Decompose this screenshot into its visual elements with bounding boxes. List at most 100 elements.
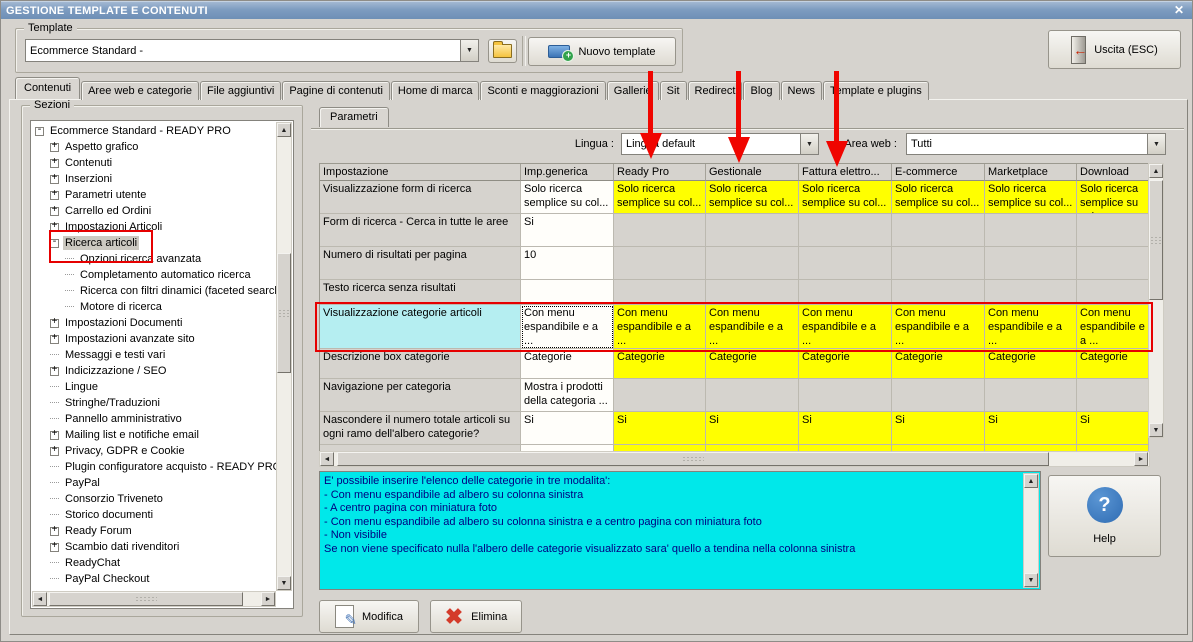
column-header-ready-pro[interactable]: Ready Pro <box>614 164 706 181</box>
scroll-up-icon[interactable]: ▲ <box>1149 164 1163 178</box>
area-value-cell-e-commerce[interactable]: Categorie <box>892 349 985 379</box>
area-web-combobox[interactable]: Tutti ▼ <box>906 133 1166 155</box>
area-value-cell-gestionale[interactable] <box>706 247 799 280</box>
area-web-combobox-value: Tutti <box>911 138 932 150</box>
area-value-cell-marketplace[interactable] <box>985 247 1077 280</box>
tab-home-di-marca[interactable]: Home di marca <box>390 81 480 100</box>
template-combobox-value: Ecommerce Standard - <box>30 44 144 57</box>
generic-value-cell[interactable]: 10 <box>521 247 614 280</box>
column-header-e-commerce[interactable]: E-commerce <box>892 164 985 181</box>
description-line: E' possibile inserire l'elenco delle cat… <box>324 475 611 487</box>
area-value-cell-download[interactable] <box>1077 379 1149 412</box>
scroll-up-icon[interactable]: ▲ <box>1024 474 1038 488</box>
tab-file-aggiuntivi[interactable]: File aggiuntivi <box>200 81 282 100</box>
chevron-down-icon[interactable]: ▼ <box>800 134 818 154</box>
area-value-cell-download[interactable]: Solo ricerca semplice su col... <box>1077 181 1149 214</box>
generic-value-cell[interactable]: Si <box>521 214 614 247</box>
area-value-cell-ready-pro[interactable] <box>614 247 706 280</box>
generic-value-cell[interactable]: Mostra i prodotti della categoria ... <box>521 379 614 412</box>
area-value-cell-gestionale[interactable] <box>706 379 799 412</box>
description-text: E' possibile inserire l'elenco delle cat… <box>324 475 1020 556</box>
area-value-cell-e-commerce[interactable]: Si <box>892 412 985 445</box>
area-value-cell-ready-pro[interactable]: Solo ricerca semplice su col... <box>614 181 706 214</box>
scroll-right-icon[interactable]: ► <box>1134 452 1148 466</box>
description-line: - Con menu espandibile ad albero su colo… <box>324 515 762 528</box>
area-value-cell-gestionale[interactable] <box>706 214 799 247</box>
area-value-cell-ready-pro[interactable]: Si <box>614 412 706 445</box>
area-value-cell-ready-pro[interactable] <box>614 214 706 247</box>
area-value-cell-fattura-elettro[interactable] <box>799 379 892 412</box>
area-value-cell-e-commerce[interactable]: Solo ricerca semplice su col... <box>892 181 985 214</box>
scroll-left-icon[interactable]: ◄ <box>320 452 334 466</box>
template-combobox[interactable]: Ecommerce Standard - ▼ <box>25 39 479 62</box>
area-value-cell-download[interactable]: Si <box>1077 412 1149 445</box>
table-vscrollbar[interactable]: ▲ ▼ <box>1148 163 1164 438</box>
column-header-imp-generica[interactable]: Imp.generica <box>521 164 614 181</box>
tab-parametri[interactable]: Parametri <box>319 107 389 127</box>
tab-sit[interactable]: Sit <box>659 81 687 100</box>
column-header-impostazione[interactable]: Impostazione <box>320 164 521 181</box>
new-template-button[interactable]: Nuovo template <box>528 37 676 66</box>
new-template-label: Nuovo template <box>578 45 656 58</box>
area-value-cell-fattura-elettro[interactable]: Si <box>799 412 892 445</box>
tab-aree-web-e-categorie[interactable]: Aree web e categorie <box>81 81 200 100</box>
setting-name-cell[interactable]: Visualizzazione form di ricerca <box>320 181 521 214</box>
table-hscrollbar[interactable]: ◄ ► <box>319 451 1150 467</box>
generic-value-cell[interactable]: Categorie <box>521 349 614 379</box>
setting-name-cell[interactable]: Navigazione per categoria <box>320 379 521 412</box>
area-value-cell-download[interactable] <box>1077 214 1149 247</box>
scroll-down-icon[interactable]: ▼ <box>1024 573 1038 587</box>
exit-button[interactable]: Uscita (ESC) <box>1048 30 1181 69</box>
chevron-down-icon[interactable]: ▼ <box>460 40 478 61</box>
area-value-cell-fattura-elettro[interactable]: Categorie <box>799 349 892 379</box>
table-hscroll-thumb[interactable] <box>337 452 1049 466</box>
area-value-cell-fattura-elettro[interactable] <box>799 247 892 280</box>
area-value-cell-ready-pro[interactable] <box>614 379 706 412</box>
tab-contenuti[interactable]: Contenuti <box>15 77 81 99</box>
column-header-gestionale[interactable]: Gestionale <box>706 164 799 181</box>
setting-name-cell[interactable]: Descrizione box categorie <box>320 349 521 379</box>
area-value-cell-gestionale[interactable]: Si <box>706 412 799 445</box>
area-value-cell-download[interactable]: Categorie <box>1077 349 1149 379</box>
area-value-cell-e-commerce[interactable] <box>892 214 985 247</box>
folder-icon <box>493 41 512 58</box>
setting-name-cell[interactable]: Nascondere il numero totale articoli su … <box>320 412 521 445</box>
annotation-arrow-fattura <box>826 71 848 167</box>
generic-value-cell[interactable]: Solo ricerca semplice su col... <box>521 181 614 214</box>
area-value-cell-gestionale[interactable]: Categorie <box>706 349 799 379</box>
tab-sconti-e-maggiorazioni[interactable]: Sconti e maggiorazioni <box>480 81 606 100</box>
exit-door-icon <box>1071 35 1087 64</box>
setting-name-cell[interactable]: Numero di risultati per pagina <box>320 247 521 280</box>
area-value-cell-e-commerce[interactable] <box>892 379 985 412</box>
tab-pagine-di-contenuti[interactable]: Pagine di contenuti <box>282 81 390 100</box>
scroll-down-icon[interactable]: ▼ <box>1149 423 1163 437</box>
info-vscrollbar[interactable]: ▲ ▼ <box>1023 473 1039 588</box>
title-bar: GESTIONE TEMPLATE E CONTENUTI ✕ <box>1 1 1192 19</box>
generic-value-cell[interactable]: Si <box>521 412 614 445</box>
area-value-cell-fattura-elettro[interactable]: Solo ricerca semplice su col... <box>799 181 892 214</box>
description-line: Se non viene specificato nulla l'albero … <box>324 542 856 555</box>
chevron-down-icon[interactable]: ▼ <box>1147 134 1165 154</box>
area-value-cell-gestionale[interactable]: Solo ricerca semplice su col... <box>706 181 799 214</box>
open-folder-button[interactable] <box>488 39 517 63</box>
area-value-cell-marketplace[interactable] <box>985 379 1077 412</box>
setting-name-cell[interactable]: Form di ricerca - Cerca in tutte le aree <box>320 214 521 247</box>
column-header-marketplace[interactable]: Marketplace <box>985 164 1077 181</box>
column-header-download[interactable]: Download <box>1077 164 1149 181</box>
area-value-cell-ready-pro[interactable]: Categorie <box>614 349 706 379</box>
area-value-cell-marketplace[interactable]: Categorie <box>985 349 1077 379</box>
table-vscroll-thumb[interactable] <box>1149 180 1163 300</box>
area-value-cell-fattura-elettro[interactable] <box>799 214 892 247</box>
table-row-visualizzazione-form-di-ricerca: Visualizzazione form di ricerca Solo rice… <box>320 181 1149 214</box>
area-value-cell-e-commerce[interactable] <box>892 247 985 280</box>
annotation-arrow-gestionale <box>728 71 750 163</box>
area-value-cell-marketplace[interactable]: Si <box>985 412 1077 445</box>
description-line: - Con menu espandibile ad albero su colo… <box>324 488 584 501</box>
close-icon[interactable]: ✕ <box>1171 3 1187 17</box>
tab-news[interactable]: News <box>780 81 823 100</box>
area-value-cell-marketplace[interactable]: Solo ricerca semplice su col... <box>985 181 1077 214</box>
table-row-descrizione-box-categorie: Descrizione box categorie Categorie Catego… <box>320 349 1149 379</box>
description-box: E' possibile inserire l'elenco delle cat… <box>319 471 1041 590</box>
area-value-cell-marketplace[interactable] <box>985 214 1077 247</box>
area-value-cell-download[interactable] <box>1077 247 1149 280</box>
